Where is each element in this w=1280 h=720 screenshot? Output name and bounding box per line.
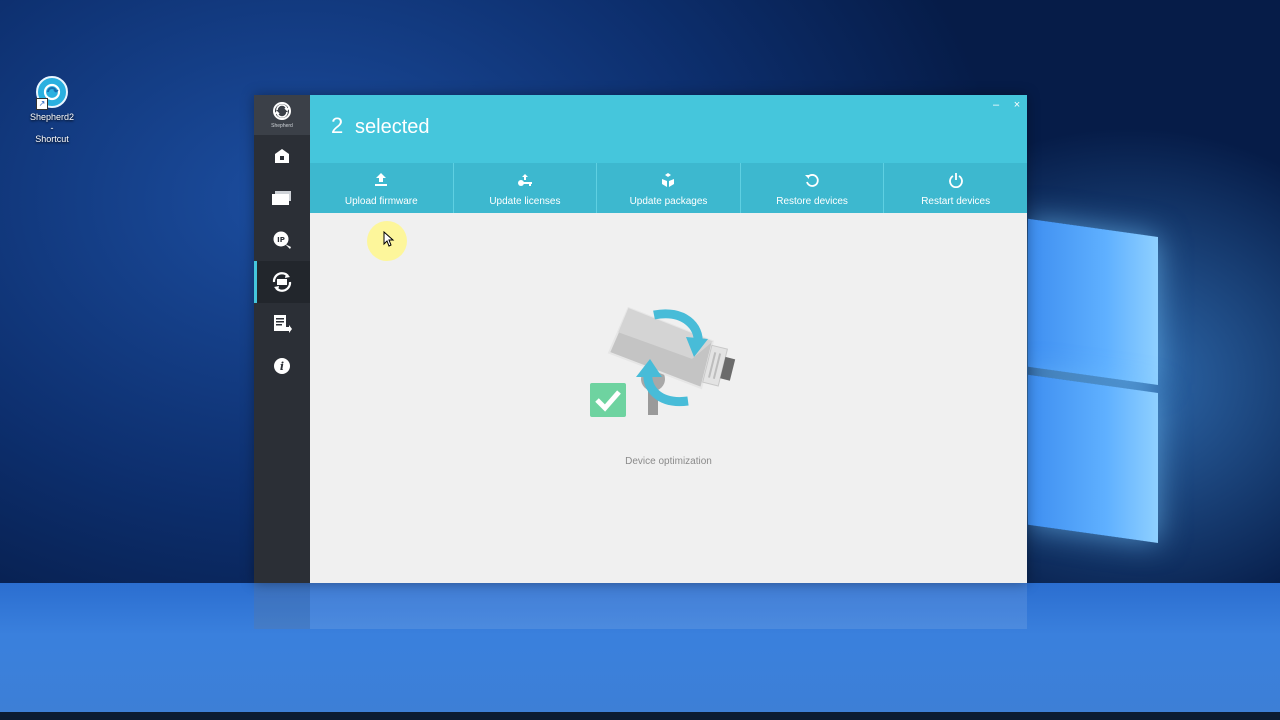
- shortcut-arrow-icon: ↗: [36, 98, 48, 110]
- ip-settings-icon: IP: [273, 231, 291, 249]
- restart-devices-label: Restart devices: [921, 196, 991, 207]
- sidebar-item-home[interactable]: [254, 135, 310, 177]
- logo-text: Shepherd: [271, 123, 293, 129]
- close-button[interactable]: ×: [1010, 98, 1024, 112]
- key-icon: [517, 174, 532, 186]
- content-caption: Device optimization: [625, 456, 712, 467]
- main-panel: 2 selected – × Upload firmware Update li…: [310, 95, 1027, 583]
- window-reflection: [254, 583, 1027, 629]
- info-icon: i: [274, 358, 290, 374]
- content-area: Device optimization: [310, 213, 1027, 583]
- sidebar-item-info[interactable]: i: [254, 345, 310, 387]
- taskbar-edge: [0, 712, 1280, 720]
- restore-devices-button[interactable]: Restore devices: [741, 163, 885, 213]
- device-optimization-illustration: [590, 306, 736, 417]
- selected-count: 2: [331, 113, 344, 138]
- app-logo: Shepherd: [254, 95, 310, 135]
- sidebar-item-ip[interactable]: IP: [254, 219, 310, 261]
- upload-firmware-button[interactable]: Upload firmware: [310, 163, 454, 213]
- update-packages-label: Update packages: [629, 196, 708, 207]
- update-packages-button[interactable]: Update packages: [597, 163, 741, 213]
- restore-icon: [805, 174, 819, 187]
- sidebar-item-devices[interactable]: [254, 177, 310, 219]
- sidebar: Shepherd IP i: [254, 95, 310, 583]
- update-licenses-button[interactable]: Update licenses: [454, 163, 598, 213]
- upload-icon: [375, 173, 388, 186]
- restart-devices-button[interactable]: Restart devices: [884, 163, 1027, 213]
- devices-icon: [272, 191, 291, 205]
- shortcut-label: Shepherd2 - Shortcut: [29, 112, 75, 144]
- maintenance-icon: [272, 272, 292, 292]
- selection-header: 2 selected – ×: [310, 95, 1027, 163]
- sidebar-item-maintenance[interactable]: [254, 261, 310, 303]
- selected-label: selected: [355, 116, 430, 138]
- shepherd-icon: ↗: [36, 76, 68, 110]
- sidebar-item-report[interactable]: [254, 303, 310, 345]
- minimize-button[interactable]: –: [989, 98, 1003, 112]
- shepherd-window: Shepherd IP i 2 selected – × Upload firm…: [254, 95, 1027, 583]
- svg-text:i: i: [280, 360, 284, 373]
- upload-firmware-label: Upload firmware: [344, 196, 418, 207]
- export-report-icon: [274, 315, 292, 333]
- mouse-cursor-icon: [383, 231, 395, 247]
- power-icon: [948, 173, 963, 188]
- action-toolbar: Upload firmware Update licenses Update p…: [310, 163, 1027, 213]
- restore-devices-label: Restore devices: [776, 196, 848, 207]
- svg-text:IP: IP: [277, 236, 285, 244]
- packages-icon: [662, 173, 675, 187]
- windows-logo-wallpaper: [1028, 218, 1160, 558]
- home-icon: [275, 149, 289, 163]
- desktop-shortcut-shepherd[interactable]: ↗ Shepherd2 - Shortcut: [28, 76, 76, 145]
- shepherd-logo-icon: [273, 102, 291, 120]
- update-licenses-label: Update licenses: [489, 196, 561, 207]
